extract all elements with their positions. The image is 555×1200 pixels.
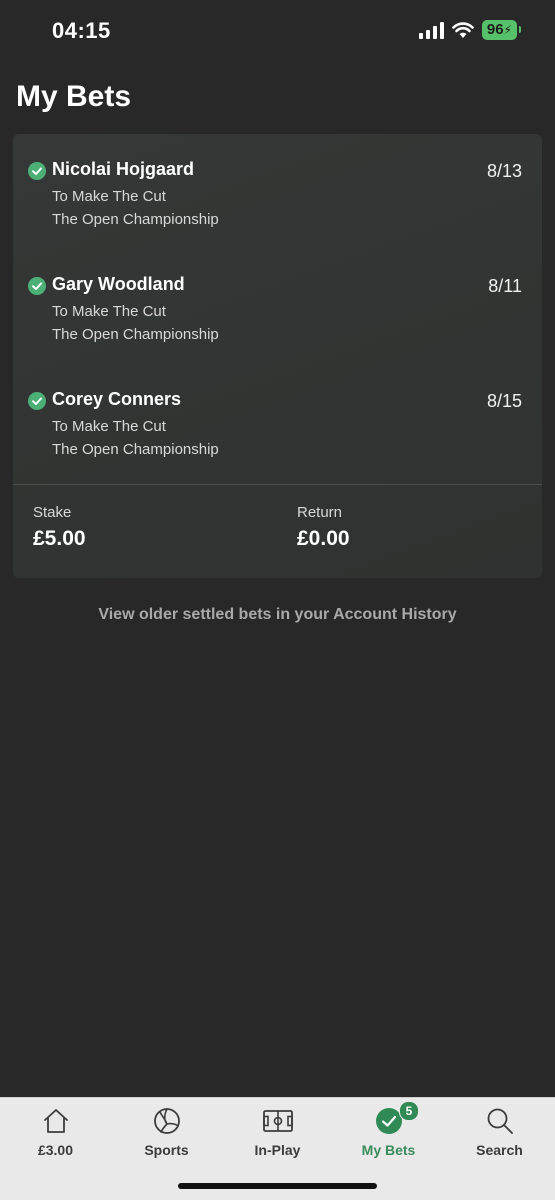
tab-balance[interactable]: £3.00	[0, 1098, 111, 1168]
selection-odds: 8/11	[488, 276, 522, 296]
selection-name: Nicolai Hojgaard	[52, 159, 195, 179]
selection-event: The Open Championship	[52, 441, 219, 458]
tab-bar: £3.00 Sports In-Play 5 My Bets Search	[0, 1097, 555, 1200]
screen: 04:15 96⚡ My Bets Nicolai Hojgaard 8/13 …	[0, 0, 555, 1200]
bet-card[interactable]: Nicolai Hojgaard 8/13 To Make The Cut Th…	[13, 134, 542, 578]
status-bar: 04:15 96⚡	[0, 0, 555, 64]
selection-name: Gary Woodland	[52, 274, 185, 294]
selection-odds: 8/13	[486, 161, 522, 181]
football-icon	[153, 1108, 180, 1134]
bets-count-badge: 5	[399, 1101, 419, 1121]
battery-level: 96	[486, 21, 504, 38]
tab-in-play[interactable]: In-Play	[222, 1098, 333, 1168]
check-circle-icon	[28, 392, 46, 410]
tab-label: My Bets	[361, 1142, 416, 1158]
return-label: Return	[297, 504, 343, 521]
search-icon	[487, 1108, 513, 1134]
selection-name: Corey Conners	[52, 389, 182, 409]
selection-market: To Make The Cut	[52, 188, 166, 205]
selection-event: The Open Championship	[52, 211, 219, 228]
tab-label: In-Play	[254, 1142, 301, 1158]
tab-search[interactable]: Search	[444, 1098, 555, 1168]
card-divider	[13, 484, 542, 485]
bet-selection: Corey Conners 8/15 To Make The Cut The O…	[13, 364, 542, 464]
cellular-signal-icon	[418, 21, 444, 39]
pitch-icon	[262, 1110, 293, 1132]
check-circle-icon	[28, 162, 46, 180]
page-title: My Bets	[16, 80, 132, 113]
selection-odds: 8/15	[486, 391, 522, 411]
selection-event: The Open Championship	[52, 326, 219, 343]
stake-value: £5.00	[33, 527, 86, 550]
charging-bolt-icon: ⚡	[503, 23, 512, 37]
account-history-link[interactable]: View older settled bets in your Account …	[0, 606, 555, 624]
tab-label: Search	[476, 1142, 523, 1158]
status-time: 04:15	[52, 18, 111, 43]
tab-my-bets[interactable]: 5 My Bets	[333, 1098, 444, 1168]
check-circle-icon	[28, 277, 46, 295]
selection-market: To Make The Cut	[52, 303, 166, 320]
tab-label: £3.00	[37, 1142, 74, 1158]
return-value: £0.00	[297, 527, 350, 550]
battery-icon: 96⚡	[481, 20, 522, 40]
status-icons: 96⚡	[418, 20, 522, 40]
tab-sports[interactable]: Sports	[111, 1098, 222, 1168]
home-icon	[43, 1109, 68, 1133]
wifi-icon	[452, 22, 474, 38]
selection-market: To Make The Cut	[52, 418, 166, 435]
home-indicator[interactable]	[178, 1183, 377, 1189]
tab-label: Sports	[144, 1142, 189, 1158]
bet-selection: Gary Woodland 8/11 To Make The Cut The O…	[13, 249, 542, 349]
bet-selection: Nicolai Hojgaard 8/13 To Make The Cut Th…	[13, 134, 542, 234]
stake-label: Stake	[33, 504, 72, 521]
